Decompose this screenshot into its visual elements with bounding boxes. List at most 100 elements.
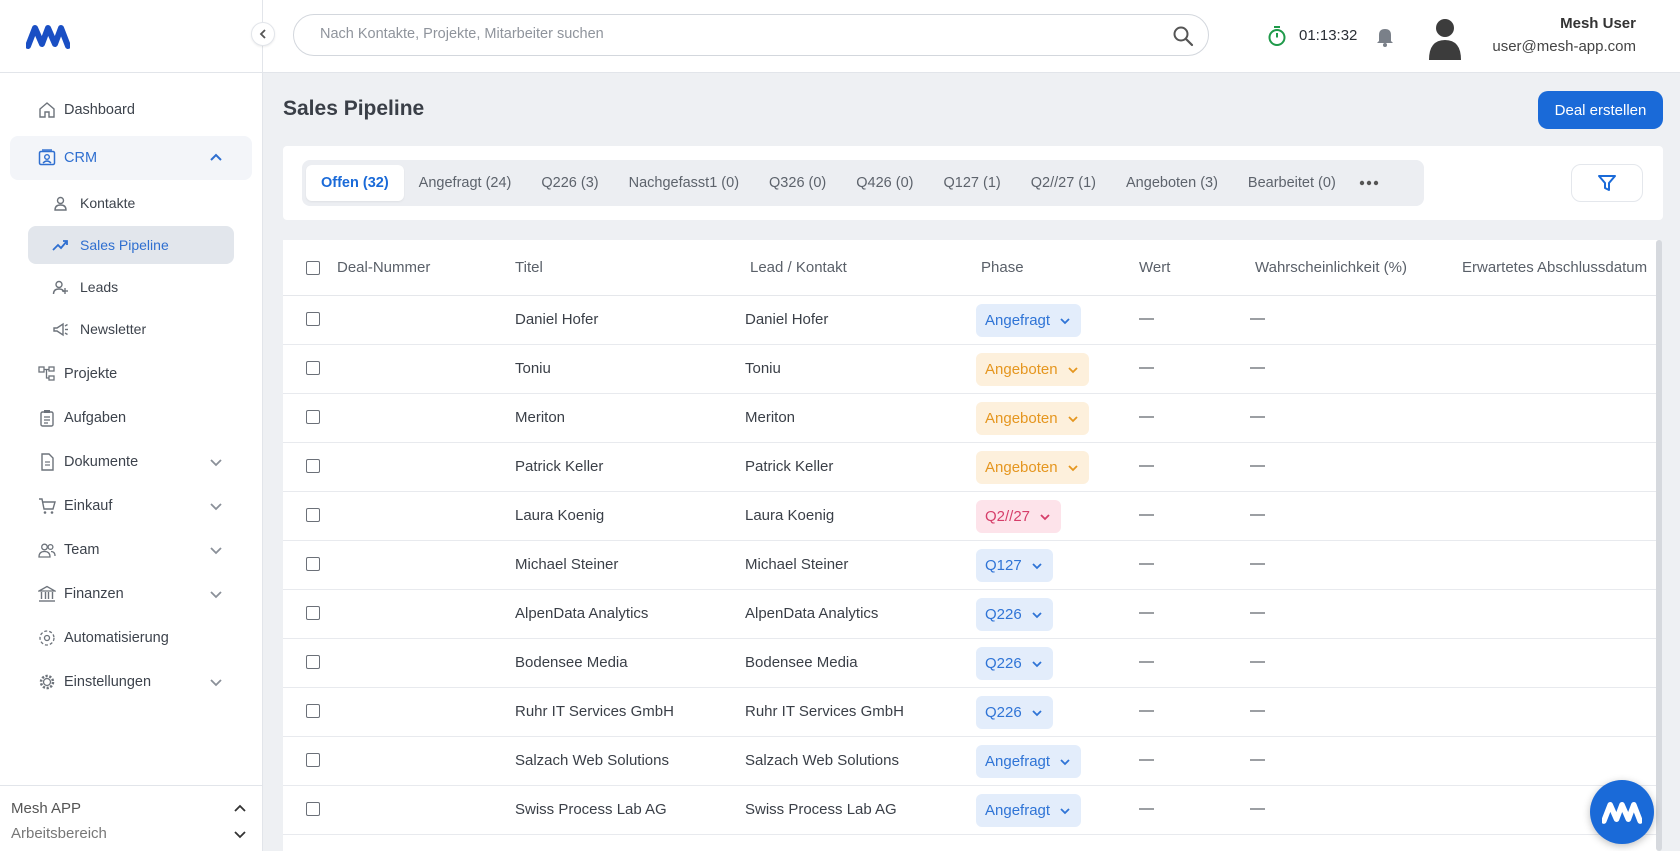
row-checkbox[interactable] <box>306 312 320 326</box>
chevron-down-icon[interactable] <box>208 454 224 470</box>
lead-contact[interactable]: Bodensee Media <box>745 654 858 671</box>
sidebar-item-einkauf[interactable]: Einkauf <box>0 484 262 528</box>
row-checkbox[interactable] <box>306 557 320 571</box>
filter-button[interactable] <box>1571 164 1643 202</box>
chevron-down-icon[interactable] <box>208 542 224 558</box>
chevron-down-icon[interactable] <box>233 827 247 841</box>
deal-title[interactable]: Swiss Process Lab AG <box>515 801 667 818</box>
mesh-assistant-button[interactable] <box>1590 780 1654 844</box>
select-all-checkbox[interactable] <box>306 261 320 275</box>
deal-title[interactable]: Toniu <box>515 360 551 377</box>
phase-dropdown[interactable]: Angeboten <box>976 353 1089 386</box>
deal-title[interactable]: Daniel Hofer <box>515 311 598 328</box>
lead-contact[interactable]: AlpenData Analytics <box>745 605 878 622</box>
workspace-row[interactable]: Arbeitsbereich <box>11 825 246 842</box>
chevron-up-icon[interactable] <box>208 150 224 166</box>
sidebar-item-aufgaben[interactable]: Aufgaben <box>0 396 262 440</box>
row-checkbox[interactable] <box>306 361 320 375</box>
row-checkbox[interactable] <box>306 410 320 424</box>
app-name-row[interactable]: Mesh APP <box>11 800 246 817</box>
column-header[interactable]: Wert <box>1139 259 1170 276</box>
sidebar-item-team[interactable]: Team <box>0 528 262 572</box>
table-row[interactable]: AlpenData Analytics AlpenData Analytics Q2… <box>283 590 1659 639</box>
phase-dropdown[interactable]: Q127 <box>976 549 1053 582</box>
lead-contact[interactable]: Michael Steiner <box>745 556 848 573</box>
row-checkbox[interactable] <box>306 753 320 767</box>
tab-nachgefasst1[interactable]: Nachgefasst1 (0) <box>614 165 754 201</box>
create-deal-button[interactable]: Deal erstellen <box>1538 91 1663 129</box>
table-row[interactable]: Salzach Web Solutions Salzach Web Solutio… <box>283 737 1659 786</box>
sidebar-item-dashboard[interactable]: Dashboard <box>0 88 262 132</box>
table-row[interactable]: Meriton Meriton Angeboten — — <box>283 394 1659 443</box>
table-row[interactable]: Toniu Toniu Angeboten — — <box>283 345 1659 394</box>
lead-contact[interactable]: Salzach Web Solutions <box>745 752 899 769</box>
sidebar-item-automatisierung[interactable]: Automatisierung <box>0 616 262 660</box>
deal-title[interactable]: Bodensee Media <box>515 654 628 671</box>
table-row[interactable]: Bodensee Media Bodensee Media Q226 — — <box>283 639 1659 688</box>
chevron-down-icon[interactable] <box>208 674 224 690</box>
lead-contact[interactable]: Toniu <box>745 360 781 377</box>
deal-title[interactable]: Salzach Web Solutions <box>515 752 669 769</box>
more-tabs-button[interactable] <box>1351 165 1387 201</box>
deal-title[interactable]: Meriton <box>515 409 565 426</box>
table-row[interactable]: Swiss Process Lab AG Swiss Process Lab AG… <box>283 786 1659 835</box>
row-checkbox[interactable] <box>306 802 320 816</box>
deal-title[interactable]: Laura Koenig <box>515 507 604 524</box>
table-row[interactable]: Ruhr IT Services GmbH Ruhr IT Services Gm… <box>283 688 1659 737</box>
sidebar-item-projekte[interactable]: Projekte <box>0 352 262 396</box>
search-bar[interactable] <box>293 14 1209 56</box>
lead-contact[interactable]: Daniel Hofer <box>745 311 828 328</box>
table-row[interactable]: Patrick Keller Patrick Keller Angeboten — — <box>283 443 1659 492</box>
sidebar-item-kontakte[interactable]: Kontakte <box>28 184 234 222</box>
tab-offen[interactable]: Offen (32) <box>306 165 404 201</box>
tab-q2-27[interactable]: Q2//27 (1) <box>1016 165 1111 201</box>
tab-angeboten[interactable]: Angeboten (3) <box>1111 165 1233 201</box>
row-checkbox[interactable] <box>306 606 320 620</box>
column-header[interactable]: Deal-Nummer <box>337 259 430 276</box>
row-checkbox[interactable] <box>306 704 320 718</box>
phase-dropdown[interactable]: Angefragt <box>976 794 1082 827</box>
sidebar-collapse-button[interactable] <box>251 22 275 46</box>
phase-dropdown[interactable]: Q226 <box>976 647 1053 680</box>
row-checkbox[interactable] <box>306 508 320 522</box>
row-checkbox[interactable] <box>306 459 320 473</box>
search-icon[interactable] <box>1172 25 1194 47</box>
phase-dropdown[interactable]: Q226 <box>976 598 1053 631</box>
tab-angefragt[interactable]: Angefragt (24) <box>404 165 527 201</box>
phase-dropdown[interactable]: Angeboten <box>976 402 1089 435</box>
column-header[interactable]: Erwartetes Abschlussdatum <box>1462 259 1647 276</box>
chevron-up-icon[interactable] <box>233 802 247 816</box>
sidebar-item-finanzen[interactable]: Finanzen <box>0 572 262 616</box>
search-input[interactable] <box>320 26 1140 42</box>
sidebar-item-leads[interactable]: Leads <box>28 268 234 306</box>
stopwatch-icon[interactable] <box>1267 25 1287 47</box>
phase-dropdown[interactable]: Angefragt <box>976 745 1082 778</box>
workspace-switcher[interactable]: Mesh APP Arbeitsbereich <box>0 785 262 851</box>
phase-dropdown[interactable]: Angefragt <box>976 304 1082 337</box>
column-header[interactable]: Titel <box>515 259 543 276</box>
phase-dropdown[interactable]: Q226 <box>976 696 1053 729</box>
tab-q426[interactable]: Q426 (0) <box>841 165 928 201</box>
chevron-down-icon[interactable] <box>208 498 224 514</box>
deal-title[interactable]: Patrick Keller <box>515 458 603 475</box>
sidebar-item-sales-pipeline[interactable]: Sales Pipeline <box>28 226 234 264</box>
table-row[interactable]: Daniel Hofer Daniel Hofer Angefragt — — <box>283 296 1659 345</box>
column-header[interactable]: Lead / Kontakt <box>750 259 847 276</box>
table-row[interactable]: Michael Steiner Michael Steiner Q127 — — <box>283 541 1659 590</box>
sidebar-item-newsletter[interactable]: Newsletter <box>28 310 234 348</box>
column-header[interactable]: Wahrscheinlichkeit (%) <box>1255 259 1407 276</box>
tab-q127[interactable]: Q127 (1) <box>929 165 1016 201</box>
lead-contact[interactable]: Swiss Process Lab AG <box>745 801 897 818</box>
column-header[interactable]: Phase <box>981 259 1024 276</box>
deal-title[interactable]: Ruhr IT Services GmbH <box>515 703 674 720</box>
sidebar-item-crm[interactable]: CRM <box>10 136 252 180</box>
phase-dropdown[interactable]: Q2//27 <box>976 500 1062 533</box>
sidebar-item-einstellungen[interactable]: Einstellungen <box>0 660 262 704</box>
tab-q226[interactable]: Q226 (3) <box>526 165 613 201</box>
mesh-logo[interactable] <box>26 22 70 50</box>
row-checkbox[interactable] <box>306 655 320 669</box>
tab-q326[interactable]: Q326 (0) <box>754 165 841 201</box>
table-scrollbar[interactable] <box>1656 240 1662 851</box>
lead-contact[interactable]: Ruhr IT Services GmbH <box>745 703 904 720</box>
bell-icon[interactable] <box>1375 25 1395 47</box>
